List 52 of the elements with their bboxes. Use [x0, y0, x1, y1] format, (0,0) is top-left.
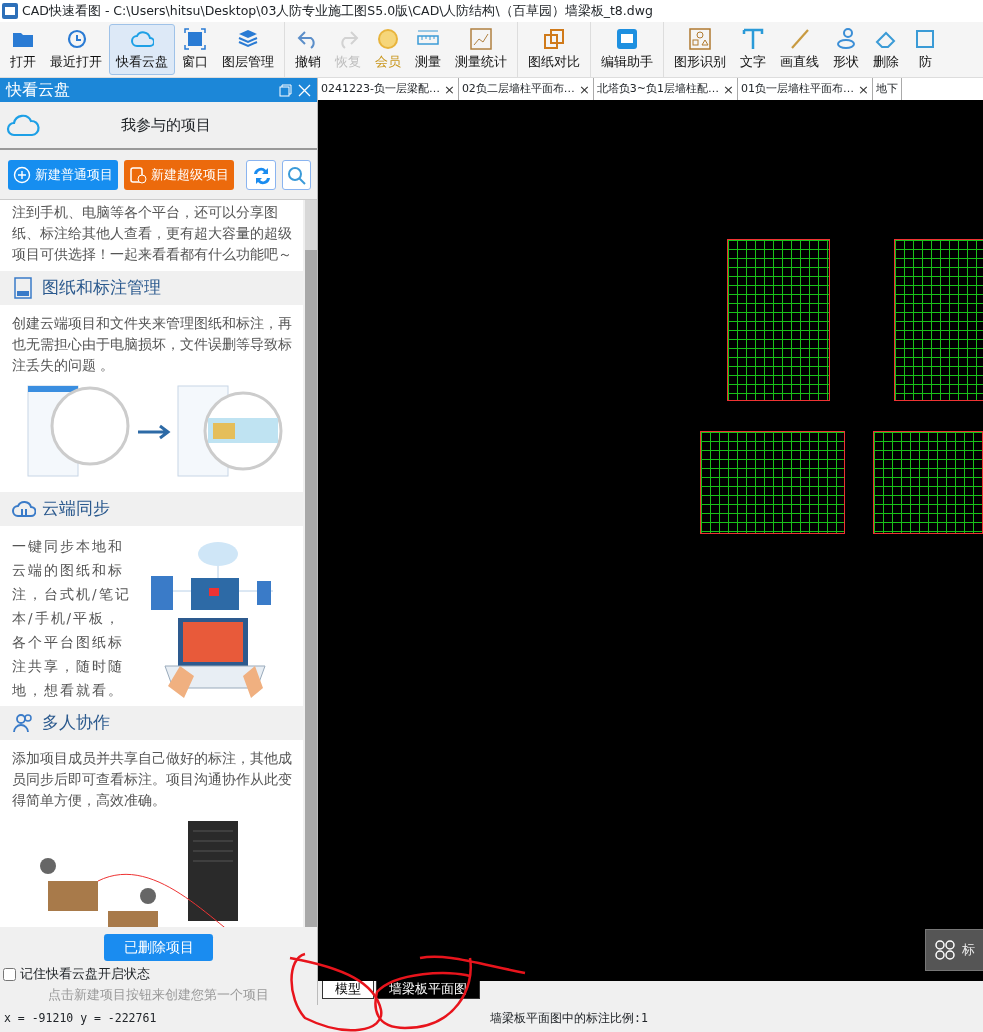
scrollbar-thumb[interactable]: [305, 250, 317, 927]
chart-icon: [469, 27, 493, 52]
toolbar-button[interactable]: 删除: [866, 24, 906, 75]
coordinates-text: x = -91210 y = -222761: [3, 1009, 158, 1027]
section-title: 图纸和标注管理: [42, 276, 161, 299]
section-text: 添加项目成员并共享自己做好的标注，其他成员同步后即可查看标注。项目沟通协作从此变得简单方便，高效准确。: [12, 749, 293, 810]
annotation-widget[interactable]: 标: [925, 929, 983, 971]
section-title: 多人协作: [42, 711, 110, 734]
scale-text: 墙梁板平面图中的标注比例:1: [490, 1009, 648, 1027]
panel-title: 快看云盘: [6, 79, 71, 101]
search-icon: [286, 165, 307, 185]
sync-button[interactable]: [246, 160, 276, 190]
section-text: 一键同步本地和云端的图纸和标注，台式机/笔记本/手机/平板，各个平台图纸标注共享，随时随地，想看就看。: [12, 537, 132, 700]
grid-icon: [934, 939, 956, 961]
close-icon[interactable]: [298, 83, 311, 97]
toolbar-button[interactable]: 图层管理: [215, 24, 281, 75]
window-title: CAD快速看图 - C:\Users\hitsu\Desktop\03人防专业施工图S5.0版\CAD\人防结构\（百草园）墙梁板_t8.dwg: [22, 1, 653, 20]
shape-recognition-icon: [688, 27, 712, 52]
toolbar-button[interactable]: 测量统计: [448, 24, 514, 75]
toolbar-button[interactable]: 形状: [826, 24, 866, 75]
document-plus-icon: [129, 166, 147, 184]
compare-icon: [542, 27, 566, 52]
sheet-tab[interactable]: 模型: [322, 981, 374, 999]
toolbar-button[interactable]: 文字: [733, 24, 773, 75]
window-icon: [183, 27, 207, 52]
search-button[interactable]: [281, 160, 311, 190]
text-icon: [741, 27, 765, 52]
section-title: 云端同步: [42, 497, 110, 520]
shape-icon: [834, 27, 858, 52]
restore-icon[interactable]: [278, 83, 292, 97]
toolbar-button[interactable]: 撤销: [288, 24, 328, 75]
edit-helper-icon: [615, 27, 639, 52]
annotation-label: 标: [962, 941, 975, 960]
toolbar-button[interactable]: 图纸对比: [521, 24, 587, 75]
toolbar-button[interactable]: 防: [906, 24, 944, 75]
cloud-icon: [6, 113, 40, 137]
toolbar-button[interactable]: 打开: [3, 24, 43, 75]
section-text: 创建云端项目和文件夹来管理图纸和标注，再也无需担心由于电脑损坏，文件误删等导致标注丢失的问题 。: [12, 314, 293, 375]
remember-checkbox[interactable]: [3, 967, 17, 981]
toolbar-button[interactable]: 快看云盘: [109, 24, 175, 75]
toolbar-button[interactable]: 窗口: [175, 24, 215, 75]
toolbar-button[interactable]: 测量: [408, 24, 448, 75]
vip-icon: [376, 27, 400, 52]
panel-heading: 我参与的项目: [119, 114, 212, 136]
document-tab[interactable]: 0241223-负一层梁配… ×: [318, 78, 459, 100]
toolbar-button[interactable]: 图形识别: [667, 24, 733, 75]
intro-text: 注到手机、电脑等各个平台，还可以分享图纸、标注给其他人查看，更有超大容量的超级项目可供选择！一起来看看都有什么功能吧～: [0, 200, 303, 271]
toolbar-button[interactable]: 编辑助手: [594, 24, 660, 75]
plus-circle-icon: [13, 166, 31, 184]
remember-label[interactable]: 记住快看云盘开启状态: [19, 964, 150, 984]
toolbar-button[interactable]: 最近打开: [43, 24, 109, 75]
toolbar-button[interactable]: 画直线: [773, 24, 826, 75]
